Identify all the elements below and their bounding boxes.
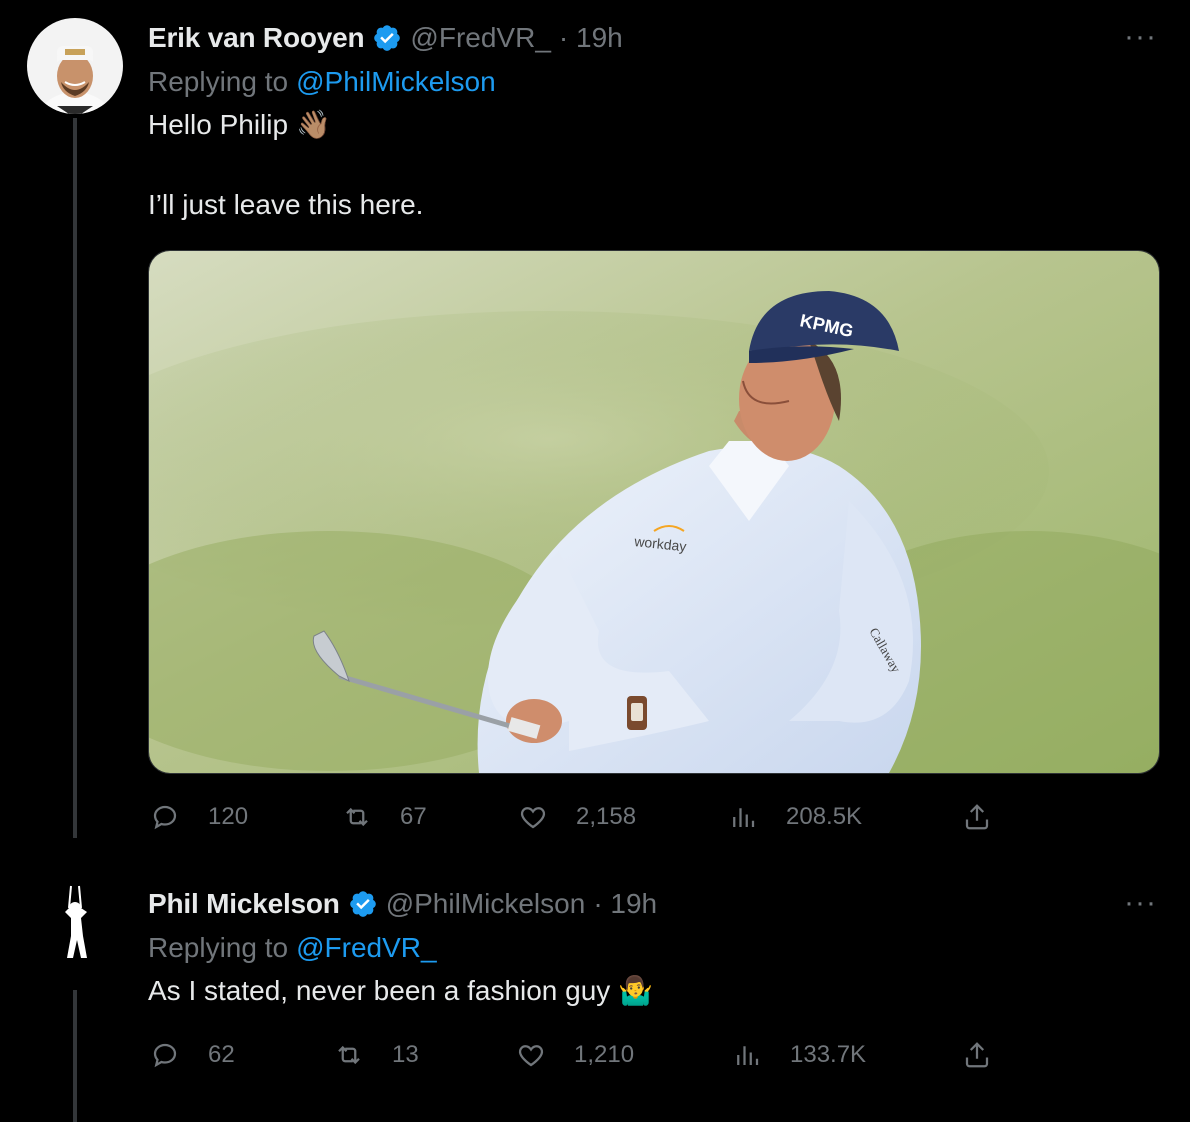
views-icon <box>737 1046 759 1065</box>
repost-icon <box>346 807 368 827</box>
views-count: 208.5K <box>786 803 863 830</box>
tweet-image[interactable]: KPMG workday Callaway <box>148 250 1160 774</box>
repost-icon <box>338 1045 360 1065</box>
replying-prefix: Replying to <box>148 932 289 963</box>
replying-to: Replying to @FredVR_ <box>148 928 437 968</box>
reply-icon <box>153 1043 177 1068</box>
share-icon <box>965 1042 989 1068</box>
share-action[interactable] <box>962 802 1020 832</box>
like-count: 2,158 <box>576 803 637 830</box>
author-handle[interactable]: @FredVR_ <box>410 22 550 54</box>
share-action[interactable] <box>962 1040 1020 1070</box>
replying-to-link[interactable]: @FredVR_ <box>296 932 436 964</box>
repost-count: 13 <box>392 1041 419 1068</box>
waving-hand-emoji: 👋🏽 <box>296 109 331 140</box>
avatar-phil[interactable] <box>27 878 123 974</box>
author-name[interactable]: Erik van Rooyen <box>148 22 365 54</box>
verified-badge-icon <box>348 889 378 919</box>
reply-count: 62 <box>208 1041 235 1068</box>
reply-icon <box>153 805 177 830</box>
like-action[interactable]: 2,158 <box>518 802 636 832</box>
tweet-time[interactable]: · 19h <box>593 888 657 920</box>
repost-action[interactable]: 67 <box>342 802 427 832</box>
verified-badge-icon <box>372 23 402 53</box>
thread-line-bottom <box>73 990 77 1122</box>
author-handle[interactable]: @PhilMickelson <box>386 888 586 920</box>
more-icon[interactable]: ··· <box>1124 886 1157 920</box>
reply-action[interactable]: 62 <box>150 1040 235 1070</box>
repost-action[interactable]: 13 <box>334 1040 419 1070</box>
views-action[interactable]: 208.5K <box>728 802 862 832</box>
tweet-text: As I stated, never been a fashion guy <box>148 975 611 1006</box>
share-icon <box>965 804 989 830</box>
like-icon <box>518 1045 544 1067</box>
like-action[interactable]: 1,210 <box>516 1040 634 1070</box>
more-icon[interactable]: ··· <box>1124 20 1157 54</box>
replying-to: Replying to @PhilMickelson <box>148 62 496 102</box>
tweet-text-line1: Hello Philip 👋🏽 <box>148 106 331 144</box>
reply-action[interactable]: 120 <box>150 802 248 832</box>
tweet-text-line2: I’ll just leave this here. <box>148 189 424 220</box>
repost-count: 67 <box>400 803 427 830</box>
like-count: 1,210 <box>574 1041 635 1068</box>
tweet-text-line: As I stated, never been a fashion guy 🤷‍… <box>148 972 653 1010</box>
replying-prefix: Replying to <box>148 66 289 97</box>
avatar-erik[interactable] <box>27 18 123 114</box>
replying-to-link[interactable]: @PhilMickelson <box>296 66 496 98</box>
shrug-emoji: 🤷‍♂️ <box>618 975 654 1006</box>
tweet-header: Phil Mickelson @PhilMickelson · 19h <box>148 884 657 924</box>
reply-count: 120 <box>208 803 249 830</box>
views-icon <box>733 808 755 827</box>
tweet-header: Erik van Rooyen @FredVR_ · 19h <box>148 18 623 58</box>
like-icon <box>520 807 546 829</box>
tweet-text: Hello Philip <box>148 109 289 140</box>
views-action[interactable]: 133.7K <box>732 1040 866 1070</box>
views-count: 133.7K <box>790 1041 867 1068</box>
tweet-time[interactable]: · 19h <box>559 22 623 54</box>
thread-line-top <box>73 118 77 838</box>
author-name[interactable]: Phil Mickelson <box>148 888 340 920</box>
